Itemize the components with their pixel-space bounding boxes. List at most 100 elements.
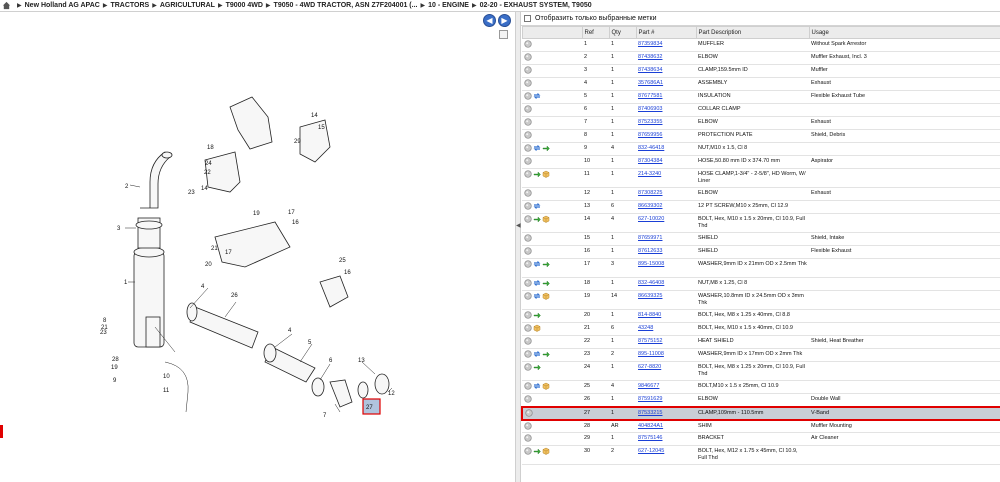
kit-box-icon[interactable] — [542, 382, 550, 390]
table-row[interactable]: 19 14 86639325 WASHER,10.8mm ID x 24.5mm OD… — [522, 290, 1000, 310]
substitute-arrows-icon[interactable] — [533, 350, 541, 358]
info-circle-icon[interactable] — [524, 157, 532, 165]
part-elbow[interactable] — [374, 373, 390, 395]
table-row-selected[interactable]: 27 1 87533215 CLAMP,109mm - 110.5mm V-Band — [521, 405, 1000, 421]
table-row[interactable]: 26 1 87591629 ELBOW Double Wall — [522, 393, 1000, 407]
table-row[interactable]: 15 1 87659971 SHIELD Shield, Intake — [522, 232, 1000, 246]
table-row[interactable]: 6 1 87406903 COLLAR CLAMP — [522, 103, 1000, 117]
table-row[interactable]: 3 1 87438634 CLAMP,159.5mm ID Muffler — [522, 64, 1000, 78]
callout[interactable]: 17 — [225, 250, 232, 256]
part-number-link[interactable]: 87659956 — [638, 132, 662, 138]
substitute-arrows-icon[interactable] — [533, 144, 541, 152]
callout[interactable]: 10 — [163, 374, 170, 380]
table-row[interactable]: 16 1 87612633 SHIELD Flexible Exhaust — [522, 245, 1000, 259]
callout[interactable]: 20 — [205, 262, 212, 268]
callout[interactable]: 18 — [207, 145, 214, 151]
part-number-link[interactable]: 627-12045 — [638, 448, 664, 454]
part-clamp[interactable] — [135, 220, 163, 230]
table-row[interactable]: 10 1 87304384 HOSE,50.80 mm ID x 374.70 mm A… — [522, 155, 1000, 169]
pane-toggle-button[interactable] — [499, 30, 508, 39]
callout[interactable]: 4 — [288, 328, 292, 334]
table-row[interactable]: 13 6 86639302 12 PT SCREW,M10 x 25mm, Cl 12… — [522, 200, 1000, 214]
info-circle-icon[interactable] — [524, 395, 532, 403]
info-circle-icon[interactable] — [524, 434, 532, 442]
part-number-link[interactable]: 87438634 — [638, 67, 662, 73]
green-arrow-icon[interactable] — [533, 363, 541, 371]
part-aspirator-hose[interactable] — [164, 361, 189, 413]
part-number-link[interactable]: 87612633 — [638, 248, 662, 254]
info-circle-icon[interactable] — [524, 131, 532, 139]
callout[interactable]: 23 — [188, 190, 195, 196]
kit-box-icon[interactable] — [533, 324, 541, 332]
part-number-link[interactable]: 87523355 — [638, 119, 662, 125]
part-v-band-clamp[interactable] — [357, 381, 369, 399]
info-circle-icon[interactable] — [524, 40, 532, 48]
substitute-arrows-icon[interactable] — [533, 292, 541, 300]
column-header-ref[interactable]: Ref — [581, 26, 610, 39]
table-row[interactable]: 5 1 87677581 INSULATION Flexible Exhaust Tub… — [522, 90, 1000, 104]
green-arrow-icon[interactable] — [533, 170, 541, 178]
callout[interactable]: 12 — [388, 391, 395, 397]
info-circle-icon[interactable] — [524, 311, 532, 319]
breadcrumb-item[interactable]: TRACTORS — [110, 2, 149, 9]
part-number-link[interactable]: 895-11008 — [638, 351, 664, 357]
info-circle-icon[interactable] — [524, 260, 532, 268]
green-arrow-icon[interactable] — [542, 279, 550, 287]
part-number-link[interactable]: 357686A1 — [638, 80, 663, 86]
substitute-arrows-icon[interactable] — [533, 92, 541, 100]
info-circle-icon[interactable] — [524, 189, 532, 197]
table-row[interactable]: 4 1 357686A1 ASSEMBLY Exhaust — [522, 77, 1000, 91]
part-number-link[interactable]: 832-46408 — [638, 280, 664, 286]
callout[interactable]: 21 — [211, 246, 218, 252]
callout[interactable]: 1 — [124, 280, 128, 286]
callout[interactable]: 9 — [113, 378, 117, 384]
home-icon[interactable] — [2, 1, 11, 10]
callout[interactable]: 23 — [100, 330, 107, 336]
breadcrumb-item[interactable]: T9050 - 4WD TRACTOR, ASN Z7F204001 (... — [274, 2, 418, 9]
next-page-button[interactable]: ▶ — [498, 14, 511, 27]
callout[interactable]: 16 — [292, 220, 299, 226]
column-header-description[interactable]: Part Description — [695, 26, 810, 39]
kit-box-icon[interactable] — [542, 215, 550, 223]
callout[interactable]: 19 — [253, 211, 260, 217]
column-header-part-number[interactable]: Part # — [635, 26, 697, 39]
part-number-link[interactable]: 43248 — [638, 325, 653, 331]
callout[interactable]: 25 — [339, 258, 346, 264]
part-shield-flexible[interactable] — [319, 275, 349, 308]
splitter-grip-icon[interactable]: ◀ — [516, 222, 521, 234]
part-bracket[interactable] — [299, 119, 331, 163]
callout-selected[interactable]: 27 — [366, 405, 373, 411]
part-number-link[interactable]: 87438632 — [638, 54, 662, 60]
callout[interactable]: 7 — [323, 413, 327, 419]
table-row[interactable]: 29 1 87575146 BRACKET Air Cleaner — [522, 432, 1000, 446]
substitute-arrows-icon[interactable] — [533, 279, 541, 287]
table-row[interactable]: 8 1 87659956 PROTECTION PLATE Shield, Debris — [522, 129, 1000, 143]
info-circle-icon[interactable] — [524, 292, 532, 300]
previous-page-button[interactable]: ◀ — [483, 14, 496, 27]
table-row[interactable]: 24 1 627-8820 BOLT, Hex, M8 x 1.25 x 20mm, … — [522, 361, 1000, 381]
callout[interactable]: 8 — [103, 318, 107, 324]
part-number-link[interactable]: 86639302 — [638, 203, 662, 209]
callout[interactable]: 19 — [111, 365, 118, 371]
substitute-arrows-icon[interactable] — [533, 382, 541, 390]
part-number-link[interactable]: 627-8820 — [638, 364, 661, 370]
info-circle-icon[interactable] — [524, 279, 532, 287]
part-number-link[interactable]: 9846677 — [638, 383, 659, 389]
green-arrow-icon[interactable] — [542, 260, 550, 268]
table-row[interactable]: 18 1 832-46408 NUT,M8 x 1.25, Cl 8 — [522, 277, 1000, 291]
callout[interactable]: 24 — [205, 161, 212, 167]
info-circle-icon[interactable] — [524, 144, 532, 152]
part-number-link[interactable]: 87308225 — [638, 190, 662, 196]
part-shield-intake[interactable] — [214, 221, 291, 268]
callout[interactable]: 4 — [201, 284, 205, 290]
info-circle-icon[interactable] — [524, 324, 532, 332]
info-circle-icon[interactable] — [524, 247, 532, 255]
table-row[interactable]: 14 4 627-10020 BOLT, Hex, M10 x 1.5 x 20mm,… — [522, 213, 1000, 233]
table-row[interactable]: 23 2 895-11008 WASHER,9mm ID x 17mm OD x 2m… — [522, 348, 1000, 362]
kit-box-icon[interactable] — [542, 292, 550, 300]
info-circle-icon[interactable] — [524, 363, 532, 371]
green-arrow-icon[interactable] — [533, 215, 541, 223]
column-header-usage[interactable]: Usage — [808, 26, 1000, 39]
callout[interactable]: 2 — [125, 184, 129, 190]
table-row[interactable]: 25 4 9846677 BOLT,M10 x 1.5 x 25mm, Cl 10.9 — [522, 380, 1000, 394]
